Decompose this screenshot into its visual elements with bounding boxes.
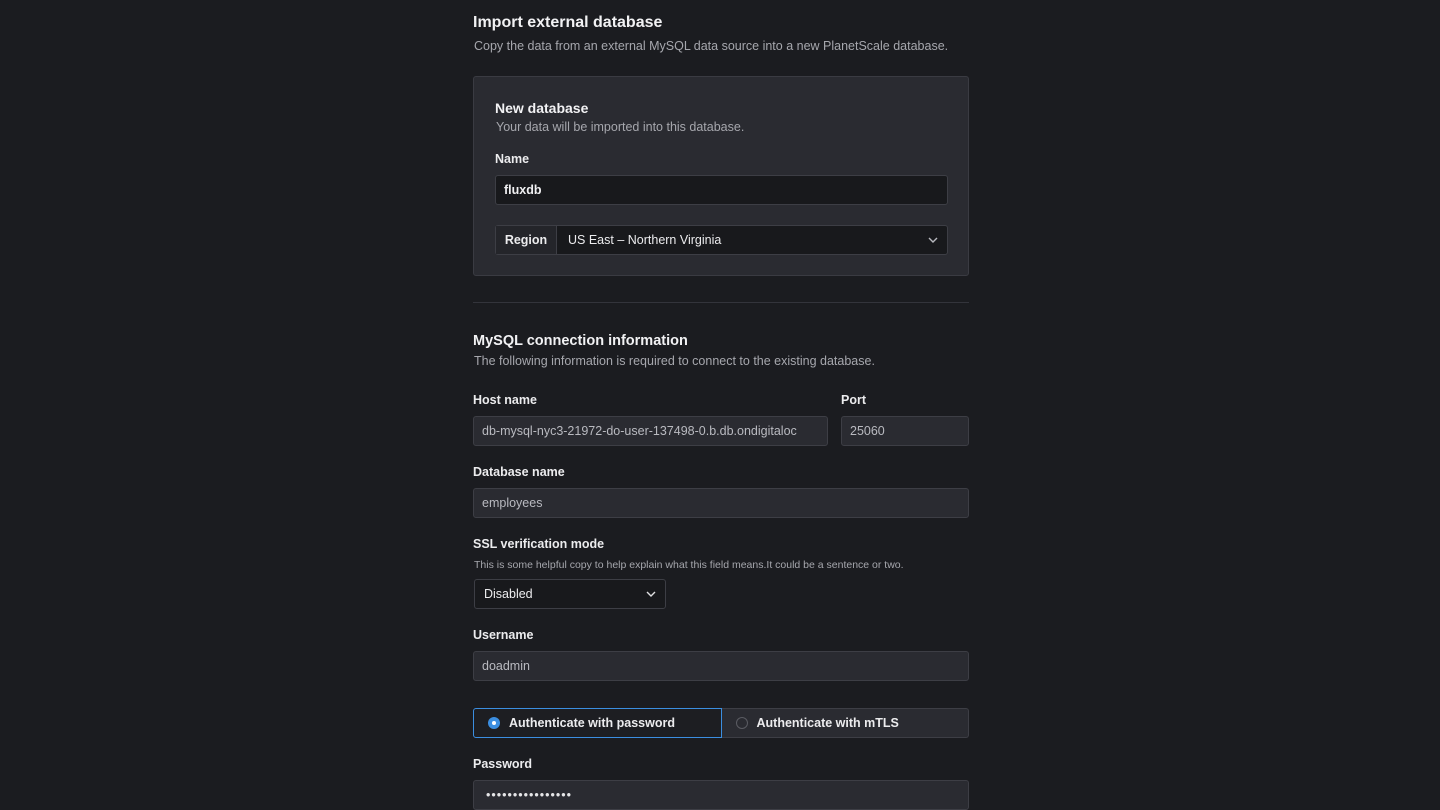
ssl-mode-label: SSL verification mode — [473, 537, 605, 551]
password-label: Password — [473, 757, 533, 771]
page-title: Import external database — [473, 14, 663, 31]
region-label: Region — [496, 226, 557, 254]
connection-title: MySQL connection information — [473, 333, 688, 349]
radio-unselected-icon — [735, 717, 748, 729]
connection-description: The following information is required to… — [474, 354, 875, 368]
chevron-down-icon — [919, 226, 947, 254]
name-input[interactable]: fluxdb — [495, 175, 948, 205]
auth-method-toggle: Authenticate with password Authenticate … — [473, 708, 969, 738]
auth-mtls-option[interactable]: Authenticate with mTLS — [721, 708, 969, 738]
username-label: Username — [473, 628, 534, 642]
auth-mtls-label: Authenticate with mTLS — [756, 716, 899, 730]
new-database-title: New database — [495, 100, 589, 116]
new-database-description: Your data will be imported into this dat… — [496, 120, 745, 134]
database-name-input[interactable]: employees — [473, 488, 969, 518]
port-input[interactable]: 25060 — [841, 416, 969, 446]
auth-password-option[interactable]: Authenticate with password — [473, 708, 722, 738]
import-page: Import external database Copy the data f… — [0, 0, 1440, 810]
host-input[interactable]: db-mysql-nyc3-21972-do-user-137498-0.b.d… — [473, 416, 828, 446]
section-divider — [473, 302, 969, 303]
name-label: Name — [495, 152, 530, 166]
port-label: Port — [841, 393, 866, 407]
region-value: US East – Northern Virginia — [568, 233, 722, 247]
host-label: Host name — [473, 393, 537, 407]
ssl-mode-select[interactable]: Disabled — [474, 579, 666, 609]
region-select[interactable]: Region US East – Northern Virginia — [495, 225, 948, 255]
password-input[interactable]: •••••••••••••••• — [473, 780, 969, 810]
chevron-down-icon — [637, 591, 665, 597]
ssl-mode-value: Disabled — [484, 587, 533, 601]
auth-password-label: Authenticate with password — [509, 716, 675, 730]
new-database-card: New database Your data will be imported … — [473, 76, 969, 276]
page-description: Copy the data from an external MySQL dat… — [474, 39, 949, 53]
database-name-label: Database name — [473, 465, 565, 479]
ssl-mode-help: This is some helpful copy to help explai… — [474, 559, 904, 571]
radio-selected-icon — [488, 717, 500, 729]
username-input[interactable]: doadmin — [473, 651, 969, 681]
